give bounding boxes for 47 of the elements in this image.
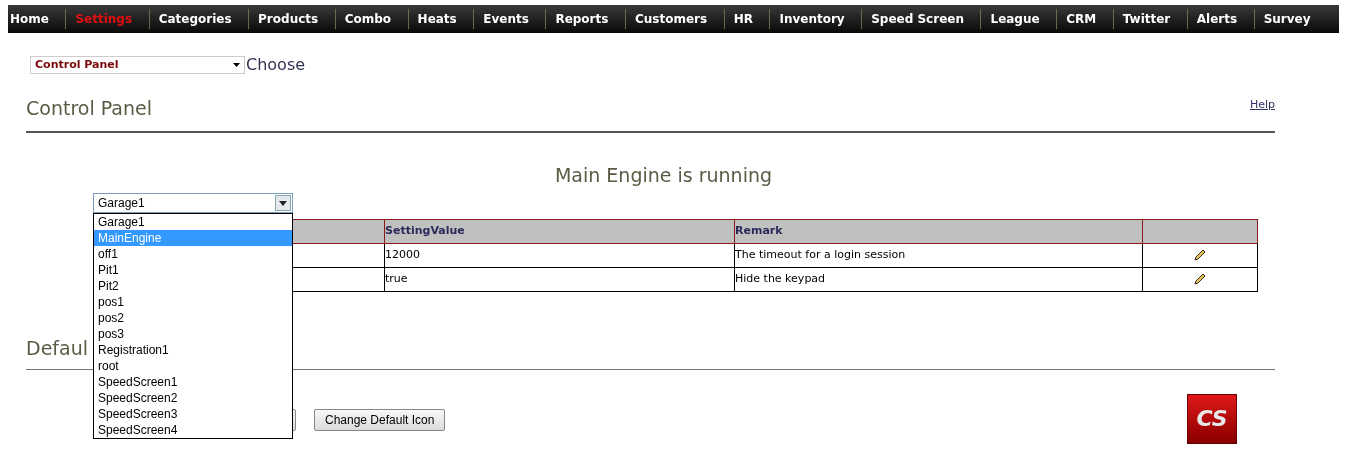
table-cell: The timeout for a login session bbox=[734, 243, 1143, 268]
dropdown-option[interactable]: Registration1 bbox=[94, 342, 292, 358]
page-select[interactable]: Control Panel bbox=[30, 56, 245, 74]
table-header: SettingValue bbox=[384, 219, 735, 244]
nav-link[interactable]: Products bbox=[258, 10, 319, 28]
dropdown-option[interactable]: Garage1 bbox=[94, 214, 292, 230]
dropdown-option[interactable]: off1 bbox=[94, 246, 292, 262]
nav-link[interactable]: Speed Screen bbox=[871, 10, 964, 28]
logo: CS bbox=[1187, 393, 1237, 444]
nav-link[interactable]: Heats bbox=[417, 10, 457, 28]
nav-link[interactable]: Categories bbox=[158, 10, 232, 28]
dropdown-option[interactable]: pos2 bbox=[94, 310, 292, 326]
nav-link[interactable]: Alerts bbox=[1196, 10, 1238, 28]
help-link[interactable]: Help bbox=[1249, 97, 1275, 114]
nav-link[interactable]: Reports bbox=[555, 10, 609, 28]
nav-link[interactable]: League bbox=[990, 10, 1040, 28]
caret-icon[interactable] bbox=[233, 63, 240, 67]
nav-link[interactable]: Inventory bbox=[779, 10, 845, 28]
nav-link[interactable]: Survey bbox=[1263, 10, 1311, 28]
dropdown-option[interactable]: Pit1 bbox=[94, 262, 292, 278]
dropdown-option[interactable]: SpeedScreen2 bbox=[94, 390, 292, 406]
dropdown-option[interactable]: SpeedScreen1 bbox=[94, 374, 292, 390]
pencil-icon[interactable] bbox=[1194, 249, 1206, 262]
dropdown-option[interactable]: SpeedScreen4 bbox=[94, 422, 292, 438]
change-default-icon-button[interactable]: Change Default Icon bbox=[314, 408, 446, 431]
table-cell: true bbox=[384, 267, 735, 292]
page-heading: Control Panel bbox=[26, 96, 152, 121]
status-message: Main Engine is running bbox=[553, 162, 774, 188]
table-cell: 12000 bbox=[384, 243, 735, 268]
group-select[interactable]: Garage1 bbox=[93, 193, 293, 213]
dropdown-option[interactable]: SpeedScreen3 bbox=[94, 406, 292, 422]
dropdown-option[interactable]: pos1 bbox=[94, 294, 292, 310]
table-header: Remark bbox=[734, 219, 1143, 244]
dropdown-option[interactable]: Pit2 bbox=[94, 278, 292, 294]
dropdown-option[interactable]: root bbox=[94, 358, 292, 374]
table-cell: Hide the keypad bbox=[734, 267, 1143, 292]
nav-link[interactable]: Customers bbox=[634, 10, 708, 28]
nav-link[interactable]: Twitter bbox=[1122, 10, 1171, 28]
section-heading: Defaul bbox=[26, 336, 88, 361]
pencil-icon[interactable] bbox=[1194, 273, 1206, 286]
nav-link[interactable]: CRM bbox=[1066, 10, 1097, 28]
nav-link[interactable]: HR bbox=[733, 10, 753, 28]
nav-link[interactable]: Home bbox=[10, 10, 49, 28]
choose-button[interactable]: Choose bbox=[246, 57, 306, 73]
nav-link[interactable]: Events bbox=[483, 10, 529, 28]
nav-link[interactable]: Combo bbox=[344, 10, 392, 28]
dropdown-option[interactable]: pos3 bbox=[94, 326, 292, 342]
